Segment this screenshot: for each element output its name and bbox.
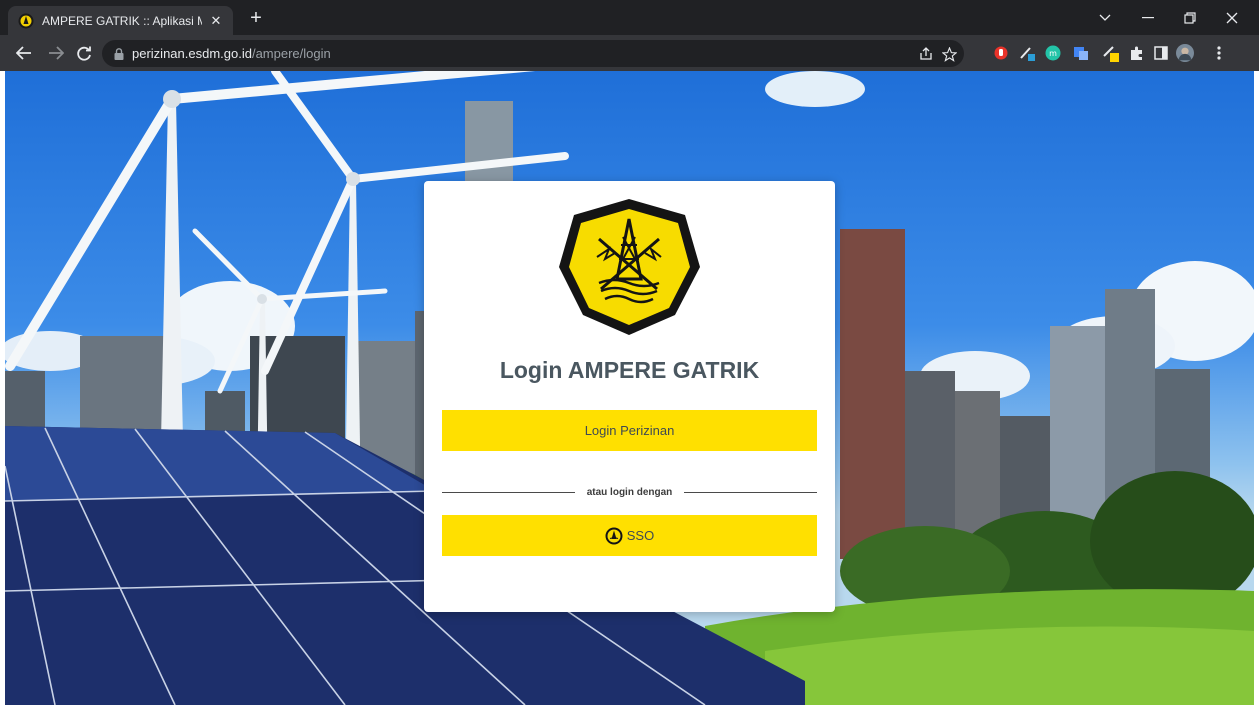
- tab-search-chevron-icon[interactable]: [1085, 0, 1125, 35]
- minimize-icon[interactable]: [1128, 0, 1168, 35]
- login-card: Login AMPERE GATRIK Login Perizinan atau…: [424, 181, 835, 612]
- tab-title: AMPERE GATRIK :: Aplikasi Mana: [42, 13, 202, 28]
- login-perizinan-label: Login Perizinan: [584, 423, 675, 438]
- red-hand-extension-icon[interactable]: [992, 44, 1010, 62]
- esdm-small-logo-icon: [605, 527, 623, 544]
- translate-extension-icon[interactable]: [1072, 44, 1090, 62]
- login-divider: atau login dengan: [442, 484, 817, 500]
- reload-icon[interactable]: [72, 41, 96, 65]
- address-bar[interactable]: perizinan.esdm.go.id/ampere/login: [102, 40, 964, 67]
- m-extension-icon[interactable]: m: [1044, 44, 1062, 62]
- back-icon[interactable]: [12, 41, 36, 65]
- browser-menu-icon[interactable]: [1210, 44, 1228, 62]
- esdm-favicon-icon: [18, 13, 34, 28]
- restore-icon[interactable]: [1170, 0, 1210, 35]
- login-title: Login AMPERE GATRIK: [499, 357, 760, 383]
- sso-label: SSO: [626, 528, 655, 543]
- divider-line-right: [684, 491, 817, 493]
- divider-line-left: [442, 491, 575, 493]
- tab-close-icon[interactable]: ✕: [207, 13, 225, 29]
- new-tab-button[interactable]: +: [244, 6, 268, 30]
- profile-avatar-icon[interactable]: [1176, 44, 1194, 62]
- divider-text: atau login dengan: [586, 486, 673, 498]
- bookmark-star-icon[interactable]: [940, 45, 958, 63]
- highlighter-extension-icon[interactable]: [1102, 44, 1120, 62]
- login-perizinan-button[interactable]: Login Perizinan: [442, 410, 817, 451]
- browser-tab-bar: AMPERE GATRIK :: Aplikasi Mana ✕ +: [0, 0, 1259, 35]
- close-window-icon[interactable]: [1212, 0, 1252, 35]
- sso-login-button[interactable]: SSO: [442, 515, 817, 556]
- login-page: Login AMPERE GATRIK Login Perizinan atau…: [5, 71, 1254, 705]
- side-panel-icon[interactable]: [1152, 44, 1170, 62]
- browser-tab[interactable]: AMPERE GATRIK :: Aplikasi Mana ✕: [8, 6, 233, 35]
- pen-extension-icon[interactable]: [1019, 44, 1037, 62]
- share-icon[interactable]: [917, 45, 935, 63]
- url-text: perizinan.esdm.go.id/ampere/login: [132, 46, 331, 61]
- forward-icon[interactable]: [44, 41, 68, 65]
- browser-toolbar: perizinan.esdm.go.id/ampere/login m: [0, 35, 1259, 71]
- extensions-puzzle-icon[interactable]: [1128, 44, 1146, 62]
- svg-text:m: m: [1049, 49, 1057, 58]
- esdm-logo-icon: [559, 199, 700, 335]
- lock-icon: [114, 47, 124, 60]
